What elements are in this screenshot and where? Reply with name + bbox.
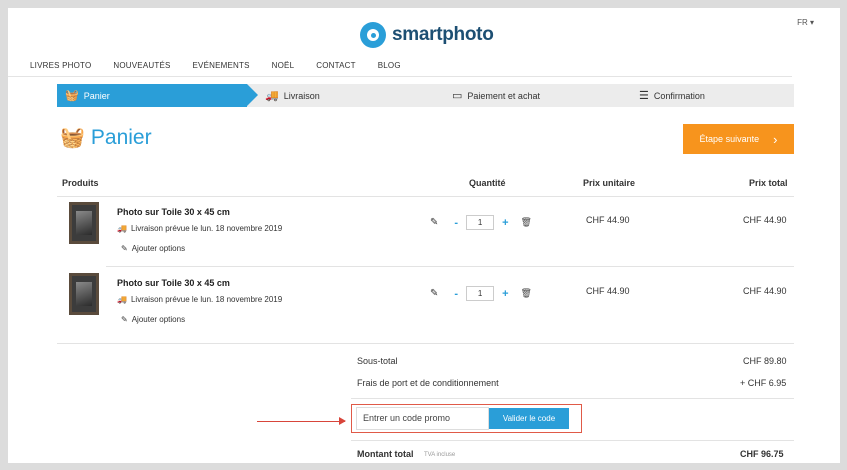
language-selector[interactable]: FR ▾	[797, 18, 814, 27]
unit-price: CHF 44.90	[586, 215, 630, 225]
nav-item-contact[interactable]: CONTACT	[316, 61, 355, 70]
items-end-divider	[57, 343, 794, 344]
step-confirmation[interactable]: ☰ Confirmation	[639, 84, 705, 107]
product-name[interactable]: Photo sur Toile 30 x 45 cm	[117, 207, 230, 217]
total-divider	[351, 440, 794, 441]
page-title: 🧺 Panier	[60, 125, 152, 150]
nav-divider	[8, 76, 792, 77]
total-label: Montant total	[357, 449, 414, 459]
highlight-arrow	[257, 417, 346, 425]
decrease-button[interactable]: -	[454, 217, 458, 229]
step-payment-label: Paiement et achat	[467, 90, 540, 101]
page-title-text: Panier	[90, 125, 152, 149]
quantity-input[interactable]: 1	[466, 215, 495, 230]
add-options-link[interactable]: ✎ Ajouter options	[121, 244, 185, 253]
brand-name: smartphoto	[392, 24, 494, 45]
chevron-right-icon: ›	[773, 131, 778, 147]
shipping-label: Frais de port et de conditionnement	[357, 378, 499, 388]
add-options-label: Ajouter options	[131, 315, 186, 324]
quantity-stepper: ✎ - 1 + 🗑	[430, 215, 532, 230]
product-name[interactable]: Photo sur Toile 30 x 45 cm	[117, 278, 230, 288]
row-divider	[106, 266, 794, 267]
basket-icon: 🧺	[65, 90, 79, 102]
subtotal-label: Sous-total	[357, 356, 398, 366]
step-delivery-label: Livraison	[283, 90, 320, 101]
add-options-label: Ajouter options	[131, 244, 186, 253]
subtotal-value: CHF 89.80	[743, 356, 787, 366]
unit-price: CHF 44.90	[586, 286, 630, 296]
next-step-button[interactable]: Étape suivante ›	[683, 124, 794, 154]
total-price: CHF 44.90	[743, 215, 787, 225]
column-header-products: Produits	[62, 178, 99, 188]
column-header-total-price: Prix total	[749, 178, 788, 188]
main-nav: LIVRES PHOTO NOUVEAUTÉS EVÉNEMENTS NOËL …	[30, 61, 423, 70]
page: FR ▾ smartphoto LIVRES PHOTO NOUVEAUTÉS …	[8, 8, 840, 463]
increase-button[interactable]: +	[502, 217, 508, 229]
delivery-text: Livraison prévue le lun. 18 novembre 201…	[130, 295, 283, 304]
quantity-stepper: ✎ - 1 + 🗑	[430, 286, 532, 301]
promo-highlight-box: Entrer un code promo Valider le code	[351, 404, 582, 433]
total-value: CHF 96.75	[740, 449, 784, 459]
summary-divider	[351, 398, 794, 399]
step-cart[interactable]: 🧺 Panier	[57, 84, 258, 107]
increase-button[interactable]: +	[502, 288, 508, 300]
nav-item-nouveautes[interactable]: NOUVEAUTÉS	[113, 61, 170, 70]
step-payment[interactable]: ▭ Paiement et achat	[452, 84, 540, 107]
step-confirmation-label: Confirmation	[653, 90, 705, 101]
total-note: TVA incluse	[424, 452, 456, 458]
product-thumbnail[interactable]	[69, 202, 99, 244]
smartphoto-logo-icon	[360, 22, 386, 48]
credit-card-icon: ▭	[452, 90, 463, 102]
next-step-label: Étape suivante	[699, 134, 760, 144]
promo-code-input[interactable]: Entrer un code promo	[356, 407, 489, 430]
truck-icon: 🚚	[117, 224, 127, 233]
step-cart-label: Panier	[83, 90, 110, 101]
nav-item-evenements[interactable]: EVÉNEMENTS	[193, 61, 250, 70]
truck-icon: 🚚	[265, 90, 279, 102]
pencil-icon: ✎	[121, 315, 128, 324]
trash-icon[interactable]: 🗑	[521, 288, 532, 299]
shipping-value: + CHF 6.95	[740, 378, 787, 388]
column-header-quantity: Quantité	[469, 178, 506, 188]
checkout-steps: 🧺 Panier 🚚 Livraison ▭ Paiement et achat…	[57, 84, 794, 107]
pencil-icon: ✎	[121, 244, 128, 253]
decrease-button[interactable]: -	[454, 288, 458, 300]
brand-logo[interactable]: smartphoto	[360, 22, 494, 48]
trash-icon[interactable]: 🗑	[521, 217, 532, 228]
column-header-unit-price: Prix unitaire	[583, 178, 636, 188]
apply-promo-button[interactable]: Valider le code	[489, 408, 569, 429]
delivery-info: 🚚 Livraison prévue le lun. 18 novembre 2…	[117, 224, 282, 233]
header-divider	[57, 196, 794, 197]
delivery-text: Livraison prévue le lun. 18 novembre 201…	[130, 224, 283, 233]
nav-item-blog[interactable]: BLOG	[378, 61, 401, 70]
step-delivery[interactable]: 🚚 Livraison	[265, 84, 320, 107]
list-icon: ☰	[639, 90, 649, 102]
delivery-info: 🚚 Livraison prévue le lun. 18 novembre 2…	[117, 295, 282, 304]
pencil-icon[interactable]: ✎	[430, 217, 438, 228]
nav-item-noel[interactable]: NOËL	[272, 61, 295, 70]
pencil-icon[interactable]: ✎	[430, 288, 438, 299]
basket-icon: 🧺	[60, 127, 85, 149]
nav-item-livres-photo[interactable]: LIVRES PHOTO	[30, 61, 91, 70]
add-options-link[interactable]: ✎ Ajouter options	[121, 315, 185, 324]
truck-icon: 🚚	[117, 295, 127, 304]
total-price: CHF 44.90	[743, 286, 787, 296]
quantity-input[interactable]: 1	[466, 286, 495, 301]
product-thumbnail[interactable]	[69, 273, 99, 315]
